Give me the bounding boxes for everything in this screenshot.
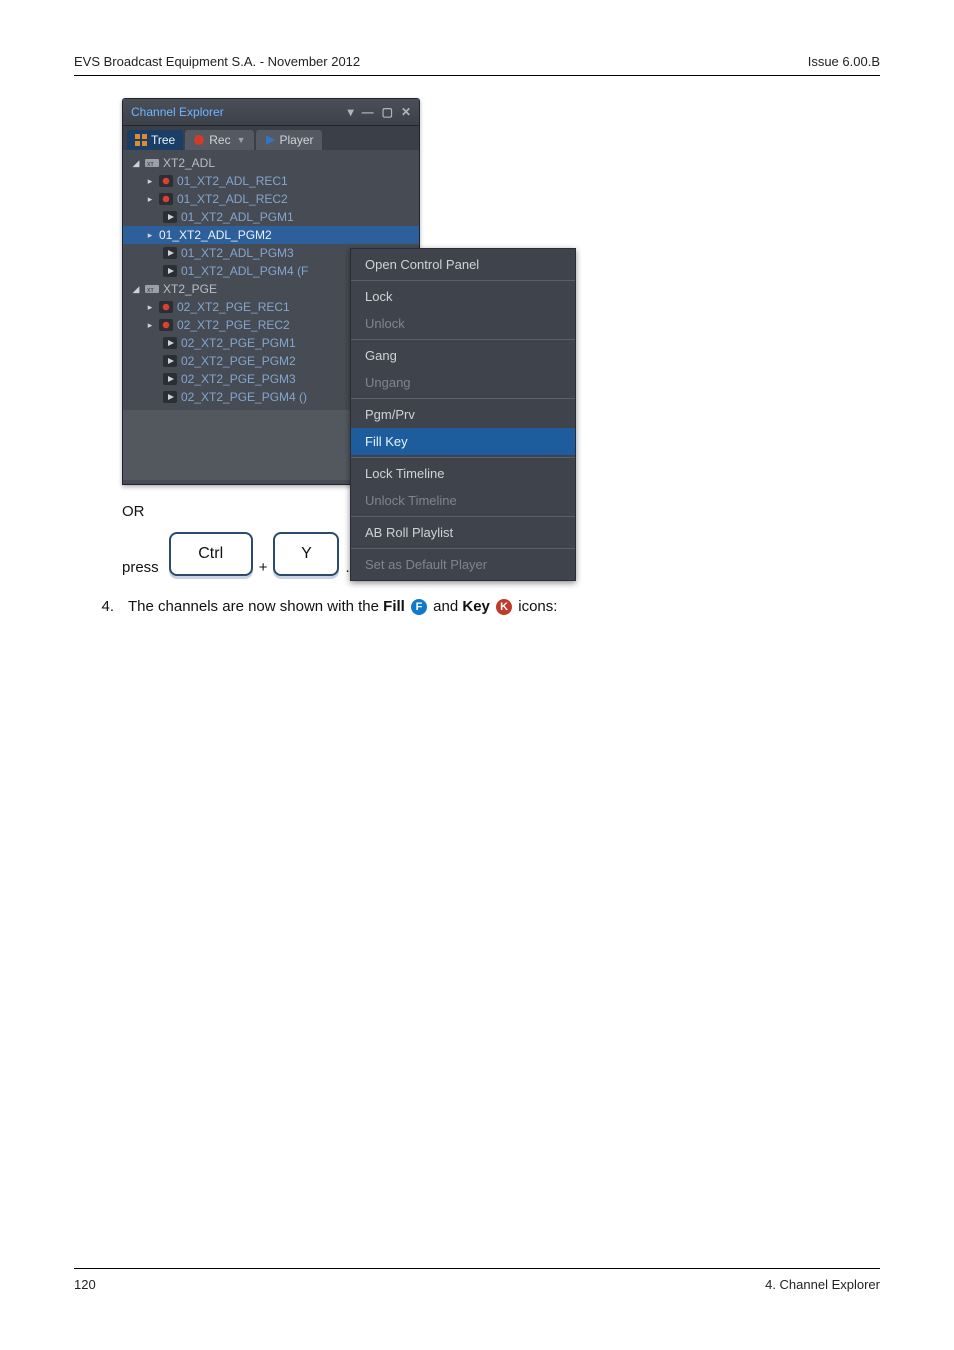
tree-item-label: 01_XT2_ADL_PGM3 (181, 246, 294, 260)
tree-item-label: 01_XT2_ADL_PGM1 (181, 210, 294, 224)
header-left: EVS Broadcast Equipment S.A. - November … (74, 54, 360, 69)
tree-group-label: XT2_PGE (163, 282, 217, 296)
tree-item-label: 01_XT2_ADL_PGM4 (F (181, 264, 308, 278)
header-right: Issue 6.00.B (808, 54, 880, 69)
expand-icon[interactable]: ▸ (145, 230, 155, 241)
tree-item-label: 02_XT2_PGE_PGM2 (181, 354, 296, 368)
tab-tree[interactable]: Tree (127, 130, 183, 150)
record-icon (193, 134, 205, 146)
play-icon (163, 211, 177, 223)
channel-explorer-figure: Channel Explorer ▾ — ▢ ✕ Tree (122, 98, 582, 485)
menu-lock-timeline[interactable]: Lock Timeline (351, 460, 575, 487)
tab-rec[interactable]: Rec ▼ (185, 130, 253, 150)
tree-item-label: 02_XT2_PGE_PGM4 () (181, 390, 307, 404)
collapse-icon[interactable]: ◢ (131, 284, 141, 295)
plus-label: + (259, 559, 268, 576)
menu-unlock-timeline: Unlock Timeline (351, 487, 575, 514)
menu-ab-roll-playlist[interactable]: AB Roll Playlist (351, 519, 575, 546)
tab-player[interactable]: Player (256, 130, 322, 150)
fill-word: Fill (383, 598, 405, 615)
tree-item-label: 02_XT2_PGE_REC1 (177, 300, 290, 314)
tree-item-label: 02_XT2_PGE_PGM3 (181, 372, 296, 386)
close-icon[interactable]: ✕ (401, 106, 411, 118)
tree-item-play-selected[interactable]: ▸ 01_XT2_ADL_PGM2 (123, 226, 419, 244)
collapse-icon[interactable]: ◢ (131, 158, 141, 169)
tab-rec-label: Rec (209, 133, 230, 147)
menu-separator (351, 398, 575, 399)
menu-separator (351, 457, 575, 458)
key-word: Key (462, 598, 490, 615)
menu-fill-key[interactable]: Fill Key (351, 428, 575, 455)
maximize-icon[interactable]: ▢ (382, 106, 393, 118)
play-icon (163, 355, 177, 367)
tree-item-label: 01_XT2_ADL_PGM2 (159, 228, 272, 242)
expand-icon[interactable]: ▸ (145, 320, 155, 331)
step-text: The channels are now shown with the Fill… (128, 598, 557, 615)
expand-icon[interactable]: ▸ (145, 176, 155, 187)
tab-tree-label: Tree (151, 133, 175, 147)
play-icon (163, 373, 177, 385)
step-pre: The channels are now shown with the (128, 598, 383, 615)
record-icon (159, 319, 173, 331)
tree-item-label: 01_XT2_ADL_REC2 (177, 192, 288, 206)
menu-set-default-player: Set as Default Player (351, 551, 575, 578)
chevron-down-icon: ▼ (237, 135, 246, 145)
step-4: 4. The channels are now shown with the F… (94, 598, 880, 615)
tree-item-label: 02_XT2_PGE_REC2 (177, 318, 290, 332)
menu-unlock: Unlock (351, 310, 575, 337)
menu-separator (351, 280, 575, 281)
play-icon (163, 337, 177, 349)
play-icon (163, 247, 177, 259)
step-number: 4. (94, 598, 114, 615)
dropdown-icon[interactable]: ▾ (348, 106, 354, 118)
tree-group[interactable]: ◢ xт XT2_ADL (123, 154, 419, 172)
fill-icon: F (411, 599, 427, 615)
window-titlebar[interactable]: Channel Explorer ▾ — ▢ ✕ (123, 99, 419, 126)
press-label: press (122, 559, 159, 576)
record-icon (159, 301, 173, 313)
play-icon (163, 391, 177, 403)
expand-icon[interactable]: ▸ (145, 302, 155, 313)
and-word: and (433, 598, 462, 615)
menu-open-control-panel[interactable]: Open Control Panel (351, 251, 575, 278)
tree-item-rec[interactable]: ▸ 01_XT2_ADL_REC1 (123, 172, 419, 190)
header-rule (74, 75, 880, 76)
server-icon: xт (145, 283, 159, 295)
menu-gang[interactable]: Gang (351, 342, 575, 369)
tab-player-label: Player (280, 133, 314, 147)
step-post: icons: (518, 598, 557, 615)
tree-group-label: XT2_ADL (163, 156, 215, 170)
key-ctrl: Ctrl (169, 532, 253, 576)
page-number: 120 (74, 1277, 96, 1292)
expand-icon[interactable]: ▸ (145, 194, 155, 205)
tree-item-rec[interactable]: ▸ 01_XT2_ADL_REC2 (123, 190, 419, 208)
play-icon (163, 265, 177, 277)
menu-separator (351, 548, 575, 549)
tree-item-play[interactable]: 01_XT2_ADL_PGM1 (123, 208, 419, 226)
key-y: Y (273, 532, 339, 576)
window-title: Channel Explorer (131, 105, 224, 119)
minimize-icon[interactable]: — (362, 106, 374, 118)
menu-lock[interactable]: Lock (351, 283, 575, 310)
menu-pgm-prv[interactable]: Pgm/Prv (351, 401, 575, 428)
tab-bar: Tree Rec ▼ Player (123, 126, 419, 150)
record-icon (159, 175, 173, 187)
menu-separator (351, 339, 575, 340)
menu-ungang: Ungang (351, 369, 575, 396)
play-icon (264, 134, 276, 146)
tree-item-label: 01_XT2_ADL_REC1 (177, 174, 288, 188)
chapter-title: 4. Channel Explorer (765, 1277, 880, 1292)
period-label: . (345, 559, 349, 576)
menu-separator (351, 516, 575, 517)
footer-rule (74, 1268, 880, 1269)
key-icon: K (496, 599, 512, 615)
server-icon: xт (145, 157, 159, 169)
context-menu: Open Control Panel Lock Unlock Gang Unga… (350, 248, 576, 581)
svg-text:xт: xт (147, 161, 155, 168)
tree-item-label: 02_XT2_PGE_PGM1 (181, 336, 296, 350)
svg-text:xт: xт (147, 287, 155, 294)
record-icon (159, 193, 173, 205)
tree-icon (135, 134, 147, 146)
